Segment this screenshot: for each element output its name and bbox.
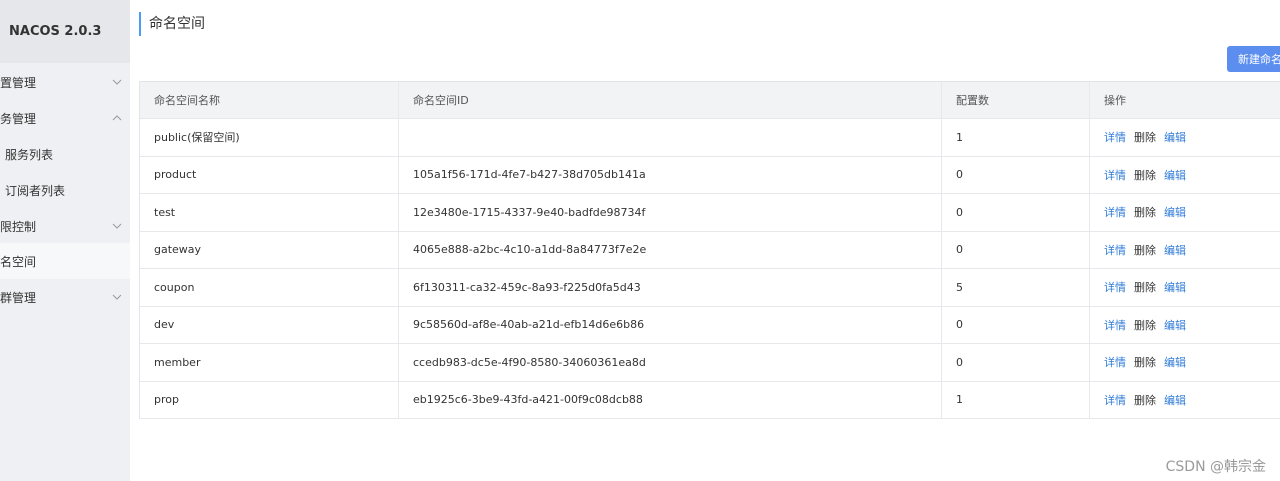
config-count-cell: 0 <box>942 231 1090 268</box>
table-row: dev 9c58560d-af8e-40ab-a21d-efb14d6e6b86 0… <box>140 306 1280 344</box>
namespace-name-cell: product <box>140 156 399 193</box>
brand-logo: NACOS 2.0.3 <box>0 0 130 63</box>
detail-link[interactable]: 详情 <box>1104 242 1126 258</box>
namespace-table: 命名空间名称 命名空间ID 配置数 操作 public(保留空间) 1 详情 删除 编辑… <box>139 81 1280 419</box>
chevron-up-icon <box>112 113 122 123</box>
delete-link[interactable]: 删除 <box>1134 354 1156 370</box>
edit-link[interactable]: 编辑 <box>1164 129 1186 145</box>
namespace-name-cell: gateway <box>140 231 399 268</box>
column-header-actions: 操作 <box>1104 94 1126 107</box>
namespace-name-cell: coupon <box>140 269 399 306</box>
edit-link[interactable]: 编辑 <box>1164 317 1186 333</box>
new-namespace-button[interactable]: 新建命名 <box>1227 46 1280 72</box>
config-count-cell: 0 <box>942 194 1090 231</box>
namespace-name-cell: public(保留空间) <box>140 119 399 156</box>
edit-link[interactable]: 编辑 <box>1164 392 1186 408</box>
detail-link[interactable]: 详情 <box>1104 129 1126 145</box>
actions-cell: 详情 删除 编辑 <box>1090 307 1280 344</box>
delete-link[interactable]: 删除 <box>1134 242 1156 258</box>
config-count-cell: 5 <box>942 269 1090 306</box>
sidebar-item-label: 服务列表 <box>5 147 54 162</box>
actions-cell: 详情 删除 编辑 <box>1090 194 1280 231</box>
namespace-name-cell: member <box>140 344 399 381</box>
table-row: test 12e3480e-1715-4337-9e40-badfde98734f… <box>140 194 1280 232</box>
namespace-id-cell: 4065e888-a2bc-4c10-a1dd-8a84773f7e2e <box>399 231 942 268</box>
config-count-cell: 0 <box>942 156 1090 193</box>
table-row: product 105a1f56-171d-4fe7-b427-38d705db1… <box>140 156 1280 194</box>
delete-link[interactable]: 删除 <box>1134 317 1156 333</box>
namespace-id-cell: eb1925c6-3be9-43fd-a421-00f9c08dcb88 <box>399 381 942 418</box>
actions-cell: 详情 删除 编辑 <box>1090 232 1280 269</box>
actions-cell: 详情 删除 编辑 <box>1090 344 1280 381</box>
namespace-name-cell: prop <box>140 381 399 418</box>
sidebar-item-subscriber-list[interactable]: 订阅者列表 <box>0 172 130 208</box>
delete-link[interactable]: 删除 <box>1134 392 1156 408</box>
table-row: gateway 4065e888-a2bc-4c10-a1dd-8a84773f7… <box>140 231 1280 269</box>
namespace-id-cell: 12e3480e-1715-4337-9e40-badfde98734f <box>399 194 942 231</box>
sidebar-item-namespace[interactable]: 名空间 <box>0 243 130 279</box>
detail-link[interactable]: 详情 <box>1104 279 1126 295</box>
table-row: public(保留空间) 1 详情 删除 编辑 <box>140 119 1280 157</box>
table-row: coupon 6f130311-ca32-459c-8a93-f225d0fa5d… <box>140 269 1280 307</box>
actions-cell: 详情 删除 编辑 <box>1090 269 1280 306</box>
delete-link[interactable]: 删除 <box>1134 279 1156 295</box>
detail-link[interactable]: 详情 <box>1104 167 1126 183</box>
namespace-id-cell: 105a1f56-171d-4fe7-b427-38d705db141a <box>399 156 942 193</box>
page-title: 命名空间 <box>139 12 205 36</box>
sidebar-item-service-list[interactable]: 服务列表 <box>0 136 130 172</box>
edit-link[interactable]: 编辑 <box>1164 242 1186 258</box>
namespace-name-cell: dev <box>140 306 399 343</box>
sidebar-item-service-management[interactable]: 务管理 <box>0 100 130 136</box>
actions-cell: 详情 删除 编辑 <box>1090 157 1280 194</box>
chevron-down-icon <box>112 221 122 231</box>
sidebar-item-cluster-management[interactable]: 群管理 <box>0 279 130 315</box>
namespace-id-cell: 6f130311-ca32-459c-8a93-f225d0fa5d43 <box>399 269 942 306</box>
chevron-down-icon <box>112 77 122 87</box>
actions-cell: 详情 删除 编辑 <box>1090 119 1280 156</box>
sidebar-item-label: 名空间 <box>0 254 37 269</box>
config-count-cell: 1 <box>942 119 1090 156</box>
sidebar: NACOS 2.0.3 置管理 务管理 服务列表 订阅者列表 限控制 名空间 群… <box>0 0 130 481</box>
chevron-down-icon <box>112 292 122 302</box>
delete-link[interactable]: 删除 <box>1134 204 1156 220</box>
sidebar-item-label: 务管理 <box>0 111 37 126</box>
actions-cell: 详情 删除 编辑 <box>1090 382 1280 419</box>
sidebar-item-label: 订阅者列表 <box>5 183 66 198</box>
sidebar-item-label: 群管理 <box>0 290 37 305</box>
namespace-name-cell: test <box>140 194 399 231</box>
detail-link[interactable]: 详情 <box>1104 204 1126 220</box>
namespace-id-cell: ccedb983-dc5e-4f90-8580-34060361ea8d <box>399 344 942 381</box>
column-header-name: 命名空间名称 <box>140 82 399 118</box>
column-header-id: 命名空间ID <box>399 82 942 118</box>
delete-link[interactable]: 删除 <box>1134 167 1156 183</box>
config-count-cell: 0 <box>942 306 1090 343</box>
sidebar-item-label: 置管理 <box>0 75 37 90</box>
table-row: prop eb1925c6-3be9-43fd-a421-00f9c08dcb88… <box>140 381 1280 419</box>
table-row: member ccedb983-dc5e-4f90-8580-34060361ea… <box>140 344 1280 382</box>
sidebar-item-config-management[interactable]: 置管理 <box>0 64 130 100</box>
edit-link[interactable]: 编辑 <box>1164 167 1186 183</box>
edit-link[interactable]: 编辑 <box>1164 279 1186 295</box>
config-count-cell: 0 <box>942 344 1090 381</box>
config-count-cell: 1 <box>942 381 1090 418</box>
table-body: public(保留空间) 1 详情 删除 编辑 product 105a1f56-171d-… <box>140 119 1280 419</box>
table-header: 命名空间名称 命名空间ID 配置数 操作 <box>140 82 1280 119</box>
edit-link[interactable]: 编辑 <box>1164 204 1186 220</box>
edit-link[interactable]: 编辑 <box>1164 354 1186 370</box>
watermark: CSDN @韩宗金 <box>1165 459 1266 475</box>
sidebar-item-label: 限控制 <box>0 219 37 234</box>
main-content: 命名空间 新建命名 命名空间名称 命名空间ID 配置数 操作 public(保留… <box>130 0 1280 481</box>
detail-link[interactable]: 详情 <box>1104 317 1126 333</box>
delete-link[interactable]: 删除 <box>1134 129 1156 145</box>
sidebar-item-access-control[interactable]: 限控制 <box>0 208 130 244</box>
detail-link[interactable]: 详情 <box>1104 354 1126 370</box>
detail-link[interactable]: 详情 <box>1104 392 1126 408</box>
namespace-id-cell: 9c58560d-af8e-40ab-a21d-efb14d6e6b86 <box>399 306 942 343</box>
namespace-id-cell <box>399 119 942 156</box>
column-header-count: 配置数 <box>942 82 1090 118</box>
